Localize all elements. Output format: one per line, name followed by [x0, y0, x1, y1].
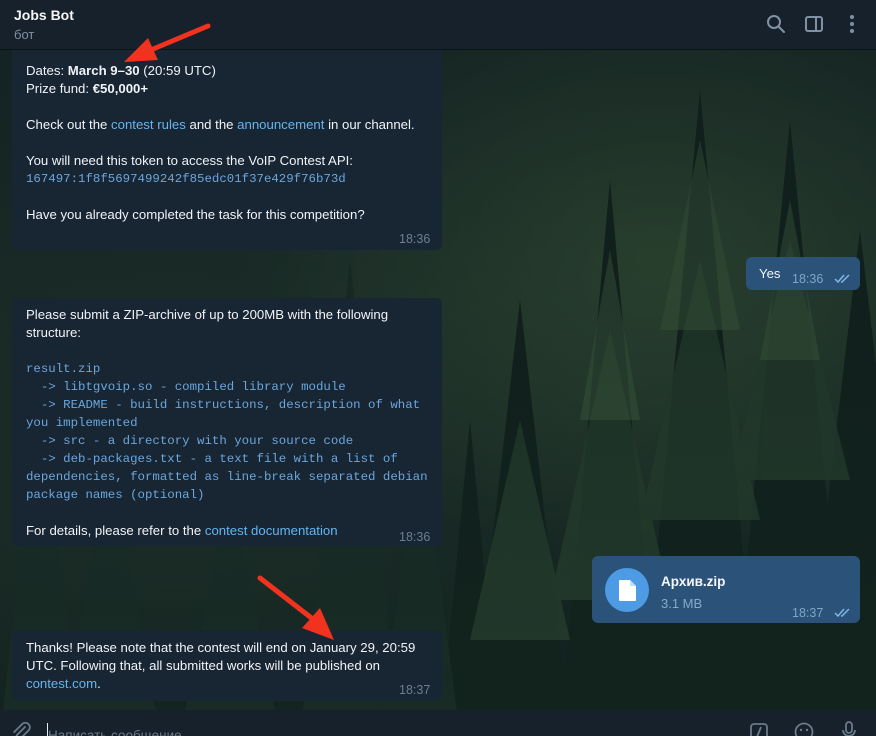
- dates-label: Dates:: [26, 63, 68, 78]
- message-incoming[interactable]: Dates: March 9–30 (20:59 UTC) Prize fund…: [12, 50, 442, 250]
- link-suffix: .: [97, 676, 101, 691]
- more-vertical-icon[interactable]: [840, 12, 864, 36]
- chat-subtitle: бот: [14, 27, 35, 42]
- check-mid: and the: [185, 117, 238, 132]
- file-icon[interactable]: [605, 568, 649, 612]
- code-line: package names (optional): [26, 488, 205, 502]
- message-incoming[interactable]: Please submit a ZIP-archive of up to 200…: [12, 298, 442, 546]
- code-line: result.zip: [26, 362, 101, 376]
- announcement-link[interactable]: announcement: [237, 117, 324, 132]
- paperclip-icon[interactable]: [10, 721, 32, 736]
- check-out-text: Check out the contest rules and the anno…: [26, 116, 431, 134]
- double-check-icon: [834, 274, 850, 284]
- double-check-icon: [834, 608, 850, 618]
- file-size: 3.1 MB: [661, 596, 703, 611]
- api-token[interactable]: 167497:1f8f5697499242f85edc01f37e429f76b…: [26, 170, 431, 188]
- code-line: you implemented: [26, 416, 138, 430]
- message-text: Yes: [759, 266, 781, 281]
- message-incoming[interactable]: Thanks! Please note that the contest wil…: [12, 630, 442, 701]
- deadline-line-2: UTC. Following that, all submitted works…: [26, 658, 381, 673]
- code-line: dependencies, formatted as line-break se…: [26, 470, 428, 484]
- contest-documentation-link[interactable]: contest documentation: [205, 523, 338, 538]
- details-text: For details, please refer to the contest…: [26, 522, 431, 540]
- message-time: 18:36: [399, 530, 431, 544]
- code-line: -> deb-packages.txt - a text file with a…: [26, 452, 398, 466]
- message-time: 18:36: [399, 232, 431, 246]
- deadline-line-1: Thanks! Please note that the contest wil…: [26, 640, 416, 655]
- chat-header: Jobs Bot бот: [0, 0, 876, 50]
- prize-value: €50,000+: [92, 81, 149, 96]
- emoji-icon[interactable]: [793, 721, 815, 736]
- microphone-icon[interactable]: [838, 720, 860, 736]
- file-name[interactable]: Архив.zip: [661, 573, 725, 591]
- code-line: -> libtgvoip.so - compiled library modul…: [26, 380, 346, 394]
- bot-commands-icon[interactable]: [748, 721, 770, 736]
- code-line: -> README - build instructions, descript…: [26, 398, 421, 412]
- chat-title[interactable]: Jobs Bot: [14, 7, 74, 23]
- sidebar-toggle-icon[interactable]: [802, 12, 826, 36]
- message-time: 18:37: [399, 683, 431, 697]
- dates-value: March 9–30: [67, 63, 140, 78]
- check-suffix: in our channel.: [324, 117, 415, 132]
- submission-intro: Please submit a ZIP-archive of up to 200…: [26, 307, 389, 340]
- prize-label: Prize fund:: [26, 81, 93, 96]
- archive-structure-code: result.zip -> libtgvoip.so - compiled li…: [26, 360, 431, 504]
- publication-text: contest.com.: [26, 675, 436, 693]
- message-outgoing[interactable]: Yes 18:36: [746, 257, 860, 290]
- details-prefix: For details, please refer to the: [26, 523, 205, 538]
- dates-suffix: (20:59 UTC): [139, 63, 216, 78]
- token-intro: You will need this token to access the V…: [26, 153, 353, 168]
- contest-rules-link[interactable]: contest rules: [111, 117, 186, 132]
- message-outgoing-file[interactable]: Архив.zip 3.1 MB 18:37: [592, 556, 860, 623]
- completion-question: Have you already completed the task for …: [26, 207, 365, 222]
- search-icon[interactable]: [764, 12, 788, 36]
- message-input[interactable]: [48, 724, 648, 736]
- prize-fund: Prize fund: €50,000+: [26, 80, 431, 98]
- check-prefix: Check out the: [26, 117, 112, 132]
- message-composer: [0, 710, 876, 736]
- message-time: 18:36: [792, 272, 824, 286]
- contest-site-link[interactable]: contest.com: [26, 676, 97, 691]
- message-time: 18:37: [792, 606, 824, 620]
- code-line: -> src - a directory with your source co…: [26, 434, 354, 448]
- contest-dates: Dates: March 9–30 (20:59 UTC): [26, 62, 431, 80]
